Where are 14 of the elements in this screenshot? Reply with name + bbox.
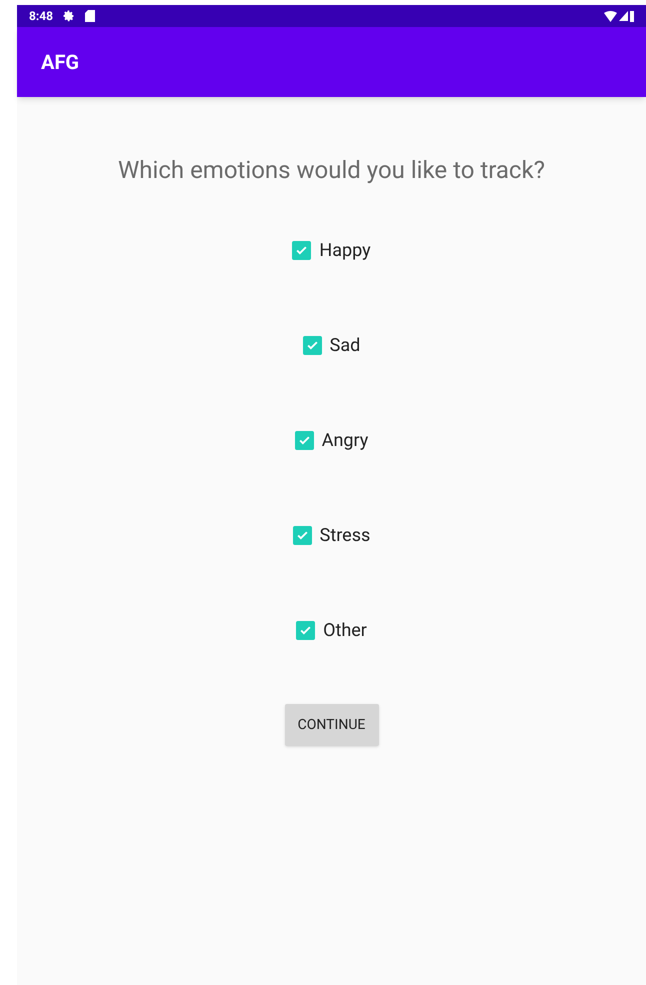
emotion-checkbox[interactable]: Sad xyxy=(302,333,360,357)
signal-icon xyxy=(619,11,628,21)
sd-card-icon xyxy=(85,10,96,22)
status-time: 8:48 xyxy=(29,8,54,25)
question-text: Which emotions would you like to track? xyxy=(118,155,546,185)
continue-button[interactable]: CONTINUE xyxy=(284,704,378,746)
emotion-checkbox[interactable]: Stress xyxy=(292,523,370,547)
emotion-checkbox[interactable]: Happy xyxy=(292,238,371,262)
wifi-icon xyxy=(604,10,617,22)
gear-icon xyxy=(63,10,76,22)
emotion-checkbox[interactable]: Other xyxy=(296,618,367,642)
emotion-checkbox[interactable]: Angry xyxy=(294,428,368,452)
app-title: AFG xyxy=(41,49,80,76)
battery-icon xyxy=(630,10,634,22)
